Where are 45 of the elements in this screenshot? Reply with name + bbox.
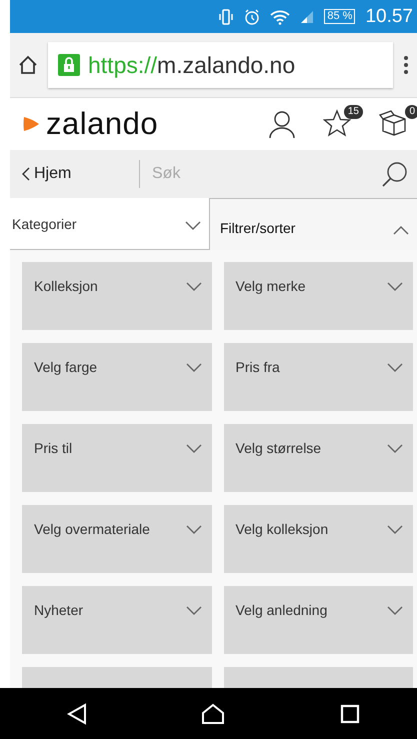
chevron-down-icon bbox=[387, 282, 403, 292]
filter-dropdown[interactable]: Velg størrelse bbox=[224, 424, 413, 492]
filter-dropdown[interactable]: Kolleksjon bbox=[22, 262, 212, 330]
cart-count: 0 bbox=[405, 105, 417, 119]
vibrate-icon bbox=[218, 8, 234, 24]
menu-icon[interactable] bbox=[403, 55, 409, 75]
wifi-icon bbox=[270, 8, 290, 24]
chevron-down-icon bbox=[186, 444, 202, 454]
chevron-down-icon bbox=[387, 444, 403, 454]
filter-dropdown[interactable]: Pris fra bbox=[224, 343, 413, 411]
chevron-down-icon bbox=[387, 525, 403, 535]
clock-time: 10.57 bbox=[365, 6, 413, 28]
lock-icon bbox=[58, 54, 80, 76]
battery-indicator: 85 % bbox=[324, 9, 356, 24]
home-icon[interactable] bbox=[18, 55, 38, 75]
filter-dropdown[interactable]: Pris til bbox=[22, 424, 212, 492]
search-field[interactable]: Søk bbox=[150, 164, 381, 184]
filter-dropdown[interactable]: Nyheter bbox=[22, 586, 212, 654]
chevron-left-icon bbox=[22, 167, 30, 181]
logo-mark-icon bbox=[22, 116, 40, 132]
address-bar[interactable]: https://m.zalando.no bbox=[48, 42, 393, 88]
chevron-down-icon bbox=[186, 363, 202, 373]
back-link[interactable]: Hjem bbox=[22, 160, 140, 188]
filter-dropdown[interactable]: Velg merke bbox=[224, 262, 413, 330]
chevron-down-icon bbox=[186, 525, 202, 535]
back-icon[interactable] bbox=[67, 702, 88, 724]
user-icon[interactable] bbox=[267, 109, 297, 139]
chevron-up-icon bbox=[393, 224, 409, 234]
url-text: https://m.zalando.no bbox=[88, 52, 296, 78]
chevron-down-icon bbox=[185, 220, 201, 230]
filter-dropdown[interactable]: Velg anledning bbox=[224, 586, 413, 654]
chevron-down-icon bbox=[387, 363, 403, 373]
filter-dropdown[interactable]: Velg kolleksjon bbox=[224, 505, 413, 573]
search-icon[interactable] bbox=[381, 160, 409, 188]
filter-dropdown[interactable]: Velg overmateriale bbox=[22, 505, 212, 573]
alarm-icon bbox=[244, 8, 260, 24]
chevron-down-icon bbox=[186, 606, 202, 616]
signal-icon bbox=[300, 10, 314, 24]
chevron-down-icon bbox=[387, 606, 403, 616]
wishlist-count: 15 bbox=[344, 105, 363, 119]
logo[interactable]: zalando bbox=[46, 106, 245, 142]
recent-apps-icon[interactable] bbox=[340, 704, 360, 724]
filter-dropdown[interactable]: Velg farge bbox=[22, 343, 212, 411]
filter-tab[interactable]: Filtrer/sorter bbox=[209, 198, 417, 250]
chevron-down-icon bbox=[186, 282, 202, 292]
